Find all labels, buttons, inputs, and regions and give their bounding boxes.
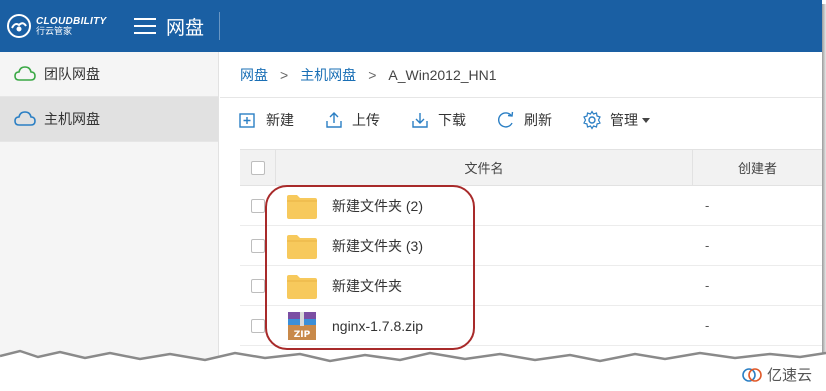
sidebar-item-label: 主机网盘: [44, 111, 100, 127]
sidebar-item-team-drive[interactable]: 团队网盘: [0, 52, 218, 97]
file-creator: -: [705, 318, 710, 333]
row-check-cell: [240, 226, 276, 265]
breadcrumb-current: A_Win2012_HN1: [388, 66, 497, 83]
main-panel: 网盘 > 主机网盘 > A_Win2012_HN1 新建 上传 下载 刷新 管理…: [220, 52, 822, 391]
row-checkbox[interactable]: [251, 318, 265, 333]
refresh-icon: [498, 111, 514, 128]
row-check-cell: [240, 266, 276, 305]
manage-dropdown[interactable]: 管理: [582, 110, 650, 130]
file-name[interactable]: 新建文件夹: [332, 276, 402, 296]
breadcrumb-separator: >: [368, 66, 377, 83]
download-label: 下载: [438, 112, 466, 128]
zip-archive-icon: ZIP: [286, 311, 318, 341]
file-creator: -: [705, 198, 710, 213]
sidebar-item-label: 团队网盘: [44, 66, 100, 82]
new-label: 新建: [266, 112, 294, 128]
refresh-label: 刷新: [524, 112, 552, 128]
cloud-icon: [14, 66, 36, 81]
row-checkbox[interactable]: [251, 238, 265, 253]
window-shadow: [822, 4, 826, 354]
row-check-cell: [240, 306, 276, 345]
chevron-down-icon: [642, 117, 650, 123]
upload-label: 上传: [352, 112, 380, 128]
file-name[interactable]: 新建文件夹 (3): [332, 236, 423, 256]
file-creator: -: [705, 238, 710, 253]
file-name[interactable]: nginx-1.7.8.zip: [332, 318, 423, 334]
new-file-icon: [239, 113, 255, 128]
row-check-cell: [240, 186, 276, 225]
select-all-cell: [240, 150, 276, 185]
upload-icon: [326, 112, 342, 128]
yisu-cloud-logo-icon: [742, 367, 762, 382]
toolbar: 新建 上传 下载 刷新 管理: [220, 98, 822, 142]
brand-logo[interactable]: CLOUDBILITY 行云管家: [0, 0, 120, 52]
refresh-button[interactable]: 刷新: [496, 110, 552, 130]
breadcrumb: 网盘 > 主机网盘 > A_Win2012_HN1: [220, 52, 822, 98]
file-name[interactable]: 新建文件夹 (2): [332, 196, 423, 216]
table-header: 文件名 创建者: [240, 149, 822, 186]
watermark-text: 亿速云: [766, 367, 812, 384]
sidebar-item-host-drive[interactable]: 主机网盘: [0, 97, 218, 142]
file-name-cell: 新建文件夹 (2): [276, 191, 693, 221]
brand-text: CLOUDBILITY 行云管家: [36, 16, 107, 37]
zip-icon-label: ZIP: [294, 330, 311, 340]
row-checkbox[interactable]: [251, 278, 265, 293]
gear-icon: [583, 110, 601, 130]
header-divider: [219, 12, 220, 40]
sidebar: 团队网盘 主机网盘: [0, 52, 219, 391]
table-row[interactable]: ZIP nginx-1.7.8.zip -: [240, 306, 822, 346]
breadcrumb-link-host-drive[interactable]: 主机网盘: [300, 65, 356, 85]
table-row[interactable]: 新建文件夹 (3) -: [240, 226, 822, 266]
folder-icon: [286, 191, 318, 221]
manage-label: 管理: [610, 112, 638, 128]
column-header-creator[interactable]: 创建者: [693, 150, 822, 185]
file-table: 文件名 创建者 新建文件夹 (2) - 新建文件夹 (3) - 新建文件夹 - …: [240, 149, 822, 346]
select-all-checkbox[interactable]: [250, 160, 265, 175]
cloudbility-logo-icon: [7, 14, 31, 38]
file-name-cell: 新建文件夹 (3): [276, 231, 693, 261]
folder-icon: [286, 271, 318, 301]
new-button[interactable]: 新建: [238, 110, 294, 130]
breadcrumb-separator: >: [280, 66, 289, 83]
breadcrumb-link-drive[interactable]: 网盘: [240, 65, 268, 85]
file-name-cell: 新建文件夹: [276, 271, 693, 301]
brand-name-en: CLOUDBILITY: [36, 15, 107, 27]
top-bar: CLOUDBILITY 行云管家 网盘: [0, 0, 822, 52]
table-row[interactable]: 新建文件夹 (2) -: [240, 186, 822, 226]
brand-name-cn: 行云管家: [36, 25, 73, 36]
download-icon: [412, 113, 428, 128]
download-button[interactable]: 下载: [410, 110, 466, 130]
torn-edge: [0, 349, 826, 391]
page-title: 网盘: [166, 17, 205, 39]
hamburger-menu-icon[interactable]: [134, 18, 156, 34]
file-name-cell: ZIP nginx-1.7.8.zip: [276, 311, 693, 341]
table-row[interactable]: 新建文件夹 -: [240, 266, 822, 306]
watermark: 亿速云: [741, 364, 812, 385]
folder-icon: [286, 231, 318, 261]
upload-button[interactable]: 上传: [324, 110, 380, 130]
row-checkbox[interactable]: [251, 198, 265, 213]
column-header-filename[interactable]: 文件名: [276, 150, 693, 185]
cloud-icon: [14, 111, 36, 126]
file-creator: -: [705, 278, 710, 293]
